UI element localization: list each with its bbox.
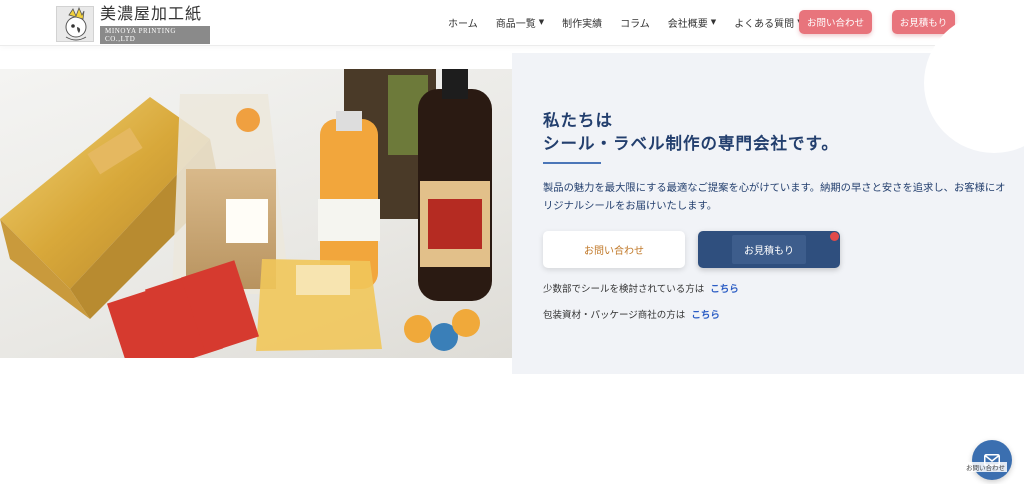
- caret-down-icon: ▼: [538, 18, 545, 26]
- trade-link-line: 包装資材・パッケージ商社の方は こちら: [543, 307, 720, 321]
- headline-line-2: シール・ラベル制作の専門会社です。: [543, 134, 839, 153]
- header-contact-button[interactable]: お問い合わせ: [799, 10, 872, 34]
- hero-estimate-button[interactable]: お見積もり: [698, 231, 840, 268]
- headline-underline: [543, 162, 601, 164]
- small-lot-link[interactable]: こちら: [710, 284, 739, 295]
- hero-headline: 私たちは シール・ラベル制作の専門会社です。: [543, 109, 839, 155]
- hero-description: 製品の魅力を最大限にする最適なご提案を心がけています。納期の早さと安さを追求し、…: [543, 182, 1006, 212]
- site-header: 美濃屋加工紙 MINOYA PRINTING CO.,LTD ホーム 商品一覧 ▼…: [0, 0, 1024, 46]
- caret-down-icon: ▼: [710, 18, 717, 26]
- logo-name: 美濃屋加工紙: [100, 4, 203, 23]
- notification-dot: [830, 232, 839, 241]
- site-logo[interactable]: 美濃屋加工紙 MINOYA PRINTING CO.,LTD: [56, 4, 210, 44]
- hero-estimate-label: お見積もり: [744, 246, 794, 257]
- trade-link[interactable]: こちら: [691, 310, 720, 321]
- small-lot-text: 少数部でシールを検討されている方は: [543, 284, 705, 295]
- product-collage-illustration: [0, 69, 492, 358]
- nav-item-column[interactable]: コラム: [620, 15, 650, 30]
- nav-item-works[interactable]: 制作実績: [562, 15, 602, 30]
- trade-text: 包装資材・パッケージ商社の方は: [543, 310, 686, 321]
- floating-contact-label: お問い合わせ: [964, 462, 1007, 472]
- small-lot-link-line: 少数部でシールを検討されている方は こちら: [543, 281, 739, 295]
- hero-contact-button[interactable]: お問い合わせ: [543, 231, 685, 268]
- nav-item-products[interactable]: 商品一覧 ▼: [496, 15, 544, 30]
- nav-item-faq[interactable]: よくある質問▼: [734, 15, 802, 30]
- cockatoo-logo-icon: [56, 6, 94, 42]
- header-estimate-button[interactable]: お見積もり: [892, 10, 955, 34]
- hero-panel: 私たちは シール・ラベル制作の専門会社です。 製品の魅力を最大限にする最適なご提…: [512, 13, 1024, 374]
- logo-subtitle: MINOYA PRINTING CO.,LTD: [100, 26, 210, 44]
- hero-product-photo: [0, 69, 512, 358]
- nav-item-company[interactable]: 会社概要 ▼: [668, 15, 716, 30]
- headline-line-1: 私たちは: [543, 111, 613, 130]
- floating-contact-button[interactable]: [972, 440, 1012, 480]
- main-nav: ホーム 商品一覧▼ 制作実績 コラム 会社概要▼ よくある質問▼: [448, 0, 821, 44]
- nav-item-home[interactable]: ホーム: [448, 15, 478, 30]
